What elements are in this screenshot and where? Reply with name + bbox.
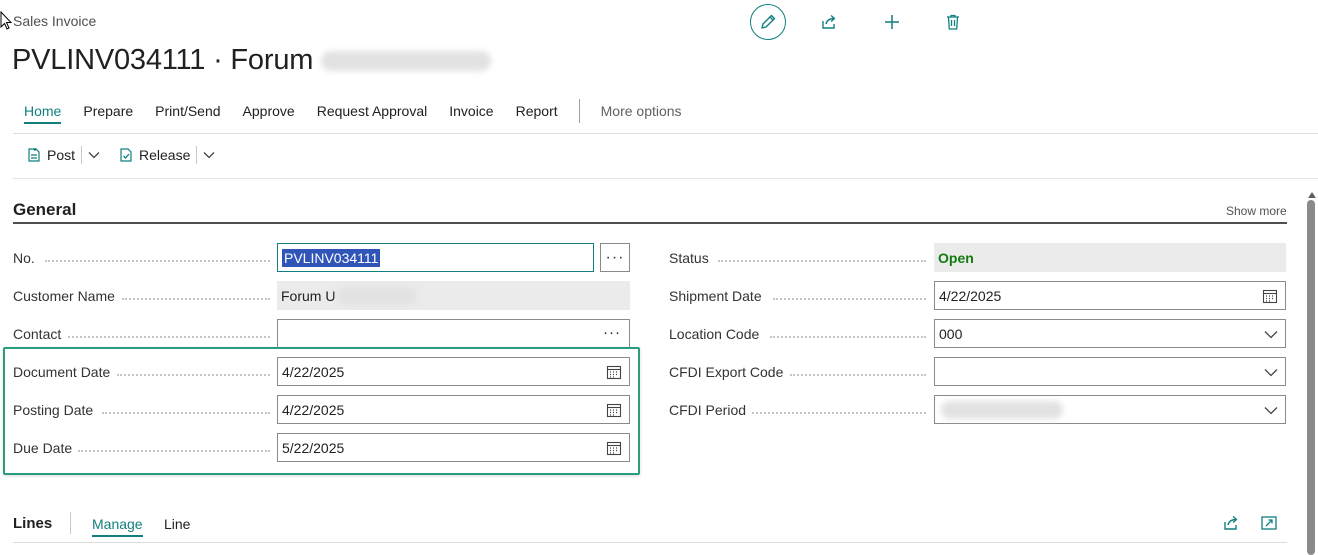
- section-divider: [13, 222, 1287, 224]
- shipment-date-value: 4/22/2025: [939, 287, 1002, 304]
- menu-print-send[interactable]: Print/Send: [144, 103, 231, 128]
- no-value: PVLINV034111: [282, 248, 381, 267]
- plus-icon: [885, 15, 899, 29]
- redacted-text: [941, 400, 1063, 419]
- share-icon: [1224, 515, 1238, 530]
- menu-report[interactable]: Report: [505, 103, 569, 128]
- edit-icon: [761, 14, 776, 29]
- invoice-number: PVLINV034111: [12, 44, 206, 76]
- cfdi-period-label: CFDI Period: [669, 402, 747, 418]
- ellipsis-icon[interactable]: ···: [603, 324, 621, 341]
- post-document-icon: [28, 148, 40, 162]
- chevron-down-icon[interactable]: [1264, 406, 1278, 415]
- ellipsis-icon: ···: [605, 248, 625, 266]
- action-bar: Post Release: [26, 146, 225, 164]
- menu-approve[interactable]: Approve: [232, 103, 306, 128]
- post-button[interactable]: Post: [26, 147, 75, 163]
- location-code-select[interactable]: 000: [934, 319, 1286, 348]
- lines-manage-tab[interactable]: Manage: [92, 516, 143, 537]
- customer-name-label: Customer Name: [13, 288, 115, 304]
- divider: [13, 133, 1318, 134]
- release-dropdown[interactable]: [196, 146, 215, 164]
- chevron-down-icon[interactable]: [1264, 330, 1278, 339]
- no-assist-button[interactable]: ···: [600, 243, 630, 272]
- lines-expand-button[interactable]: [1260, 514, 1278, 535]
- cfdi-export-code-select[interactable]: [934, 357, 1286, 386]
- calendar-icon[interactable]: [1262, 288, 1278, 304]
- action-menu: Home Prepare Print/Send Approve Request …: [13, 99, 693, 129]
- location-code-label: Location Code: [669, 326, 760, 342]
- chevron-down-icon: [88, 152, 100, 159]
- chevron-down-icon[interactable]: [1264, 368, 1278, 377]
- menu-prepare[interactable]: Prepare: [72, 103, 144, 128]
- general-section-title[interactable]: General: [13, 200, 76, 220]
- trash-icon: [947, 14, 959, 30]
- lines-divider: [70, 512, 71, 534]
- release-label: Release: [139, 147, 191, 163]
- redacted-text: [337, 287, 418, 304]
- leader-dots: [45, 260, 270, 262]
- scrollbar-thumb[interactable]: [1307, 200, 1315, 555]
- leader-dots: [790, 374, 926, 376]
- redacted-text: [321, 51, 492, 72]
- mouse-cursor-icon: [0, 11, 13, 30]
- customer-title: Forum: [230, 44, 314, 76]
- cfdi-period-select[interactable]: [934, 395, 1286, 424]
- post-dropdown[interactable]: [81, 146, 100, 164]
- leader-dots: [122, 298, 270, 300]
- delete-button[interactable]: [935, 4, 971, 40]
- cfdi-export-code-label: CFDI Export Code: [669, 364, 784, 380]
- leader-dots: [68, 336, 270, 338]
- release-button[interactable]: Release: [118, 147, 190, 163]
- page-title: PVLINV034111 · Forum: [12, 44, 492, 77]
- highlight-frame: [3, 347, 640, 475]
- lines-line-tab[interactable]: Line: [164, 516, 190, 532]
- share-icon: [822, 14, 836, 29]
- customer-name-field[interactable]: Forum U: [277, 281, 630, 310]
- status-label: Status: [669, 250, 709, 266]
- shipment-date-field[interactable]: 4/22/2025: [934, 281, 1286, 310]
- location-code-value: 000: [939, 325, 963, 342]
- status-field: Open: [934, 243, 1286, 272]
- chevron-down-icon: [203, 152, 215, 159]
- title-separator: ·: [213, 44, 223, 76]
- page-type-label: Sales Invoice: [13, 13, 97, 29]
- contact-label: Contact: [13, 326, 62, 342]
- leader-dots: [773, 298, 926, 300]
- menu-invoice[interactable]: Invoice: [438, 103, 504, 128]
- status-value: Open: [938, 249, 974, 266]
- menu-divider: [578, 99, 580, 123]
- menu-home[interactable]: Home: [13, 103, 72, 128]
- divider: [13, 178, 1318, 179]
- share-button[interactable]: [811, 4, 847, 40]
- shipment-date-label: Shipment Date: [669, 288, 762, 304]
- show-more-link[interactable]: Show more: [1226, 204, 1287, 218]
- post-label: Post: [47, 147, 76, 163]
- menu-request-approval[interactable]: Request Approval: [306, 103, 439, 128]
- new-button[interactable]: [874, 4, 910, 40]
- lines-section-title[interactable]: Lines: [13, 515, 52, 532]
- no-label: No.: [13, 250, 35, 266]
- edit-button[interactable]: [750, 4, 786, 40]
- leader-dots: [752, 412, 926, 414]
- expand-icon: [1261, 516, 1277, 530]
- no-field[interactable]: PVLINV034111: [277, 243, 594, 272]
- leader-dots: [770, 336, 926, 338]
- menu-more-options[interactable]: More options: [590, 103, 693, 128]
- lines-share-button[interactable]: [1222, 514, 1240, 535]
- divider: [13, 542, 1287, 543]
- leader-dots: [718, 260, 926, 262]
- release-document-icon: [120, 148, 132, 162]
- contact-field[interactable]: ···: [277, 319, 630, 348]
- customer-name-value: Forum U: [281, 287, 336, 304]
